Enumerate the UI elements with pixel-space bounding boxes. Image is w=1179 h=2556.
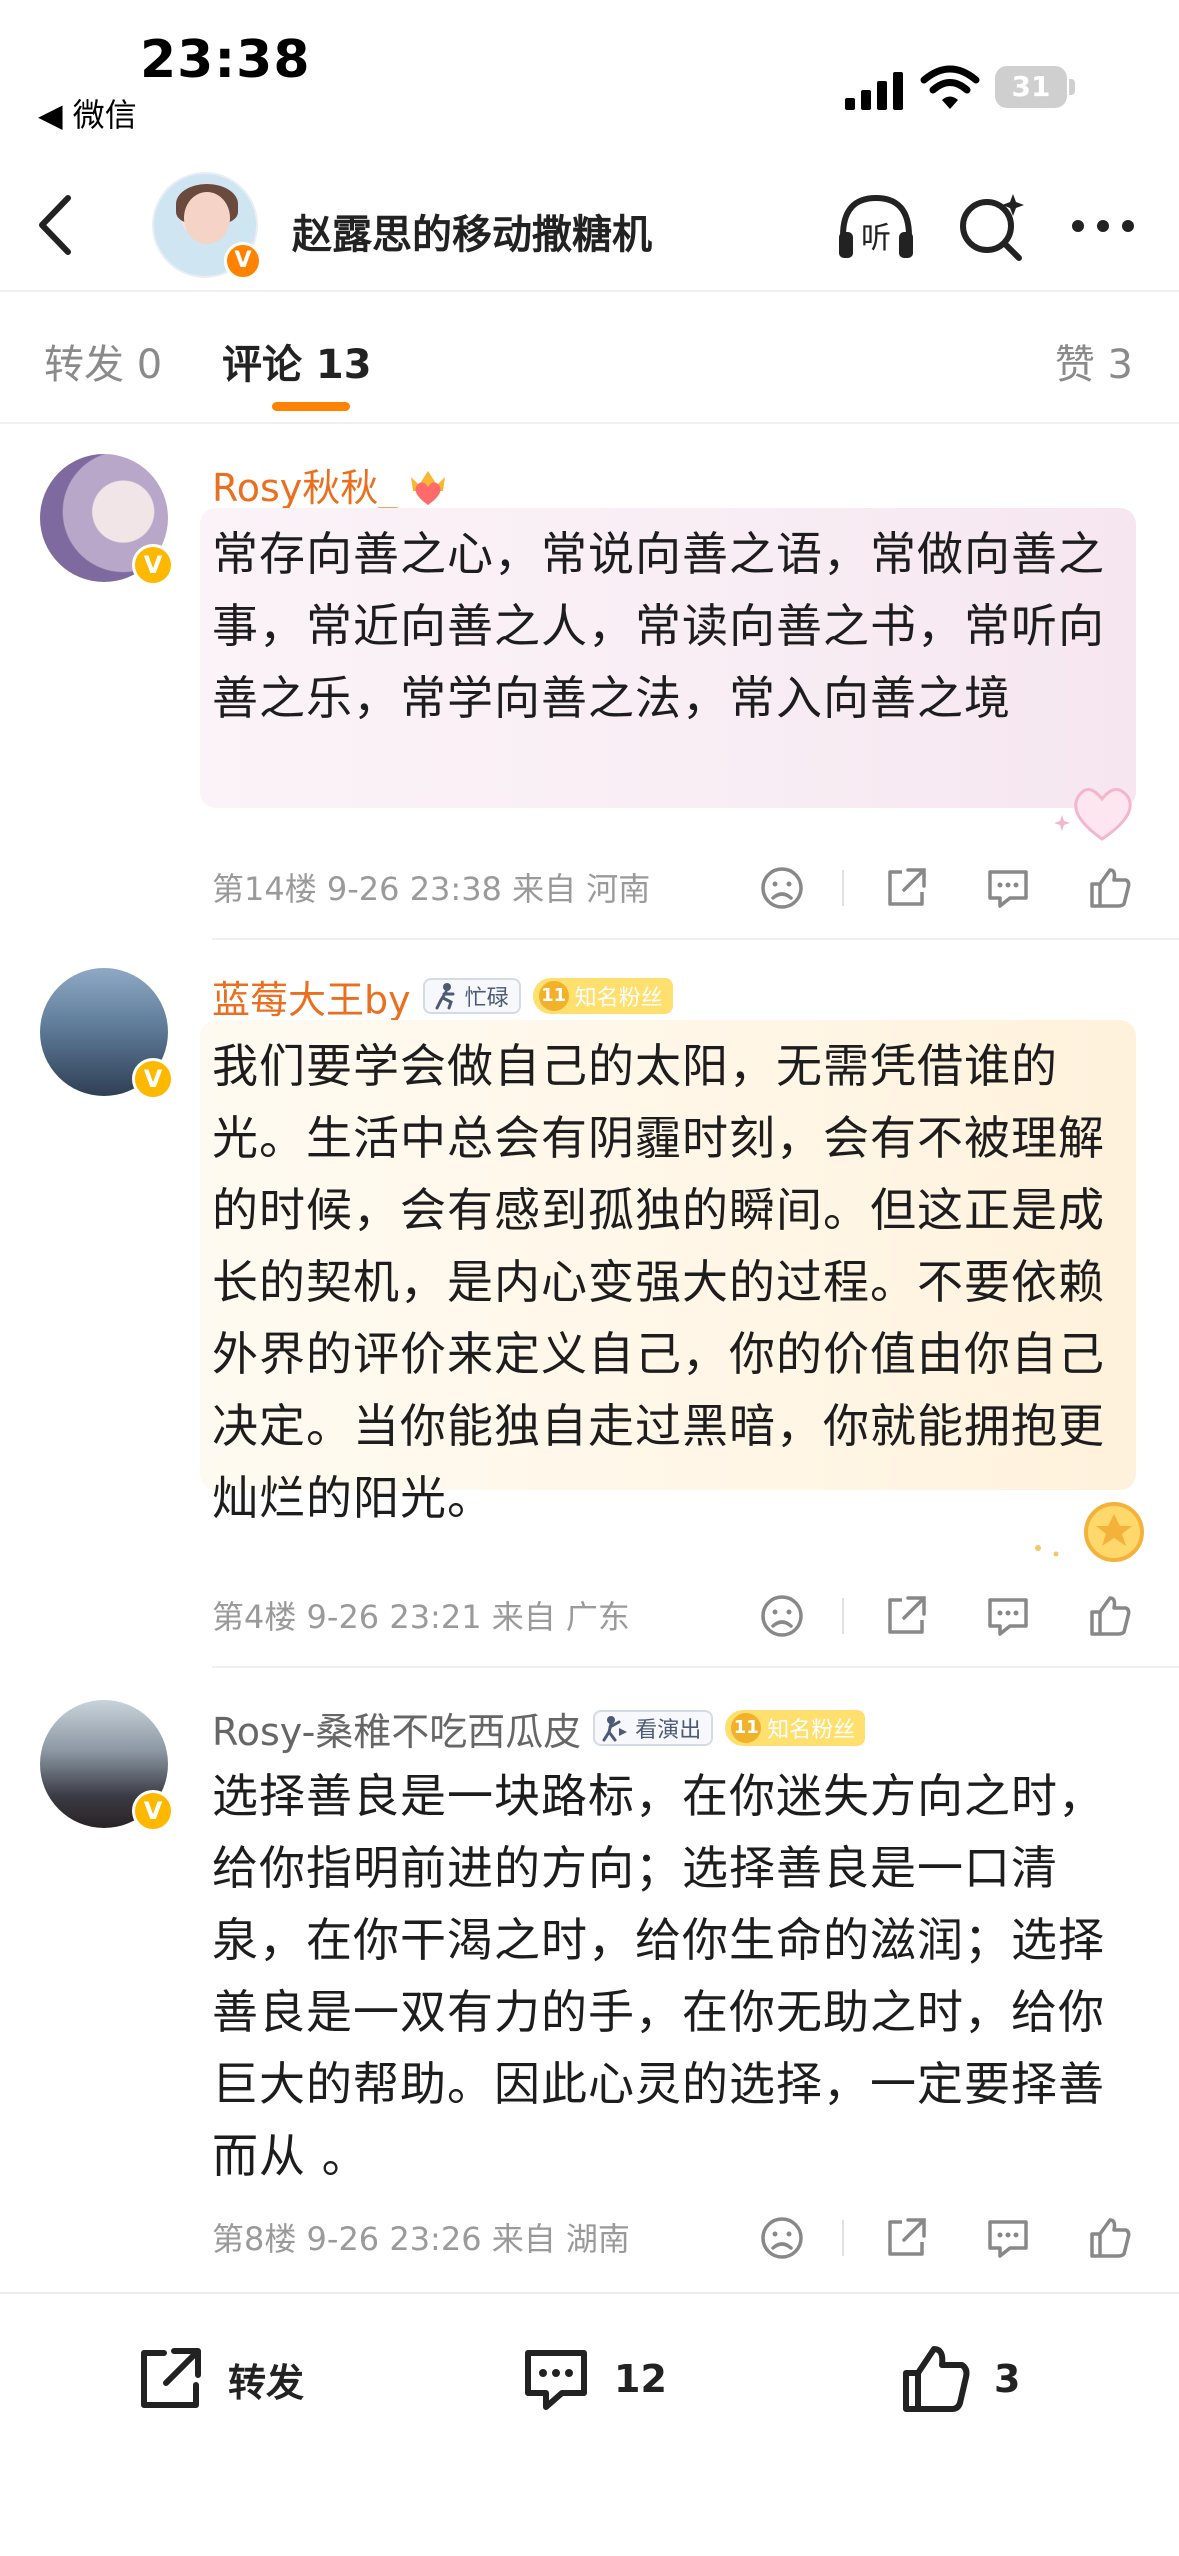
more-options-icon[interactable] [1068,208,1138,244]
battery-percent: 31 [1011,70,1051,103]
share-icon[interactable] [882,1592,930,1640]
fan-level-label: 知名粉丝 [767,1718,856,1743]
comment-meta: 第14楼 9-26 23:38 来自 河南 [212,870,651,908]
like-icon[interactable] [1086,1592,1134,1640]
commenter-name[interactable]: 蓝莓大王by [212,969,411,1024]
repost-button[interactable]: 转发 [130,2334,304,2424]
back-arrow-icon[interactable] [30,190,80,260]
commenter-name[interactable]: Rosy秋秋_ [212,457,397,512]
dislike-face-icon[interactable] [758,2214,806,2262]
action-divider [842,870,844,906]
fan-level-label: 知名粉丝 [574,986,663,1011]
wifi-icon [920,65,980,109]
comment-meta: 第8楼 9-26 23:26 来自 湖南 [212,2220,630,2258]
verified-badge-icon: V [132,544,174,586]
commenter-name-row: Rosy秋秋_ [212,458,451,510]
performance-icon [602,1716,628,1742]
author-avatar[interactable]: V [152,172,262,280]
back-to-app-link[interactable]: ◀ 微信 [38,90,137,136]
fan-level-badge: 11 知名粉丝 [532,978,673,1014]
verified-badge-icon: V [224,242,262,280]
tab-repost[interactable]: 转发 0 [44,332,162,390]
comment-text: 选择善良是一块路标，在你迷失方向之时，给你指明前进的方向；选择善良是一口清泉，在… [212,1769,1105,2183]
comment-actions [752,1586,1152,1646]
comment-item: V Rosy秋秋_ 常存向善之心，常说向善之语，常做向善之事，常近向善之人，常读… [0,424,1179,940]
comment-item: V Rosy-桑稚不吃西瓜皮 看演出 11 知名粉丝 选择善良是一块路标，在你迷… [0,1666,1179,2286]
comment-icon [525,2350,587,2410]
status-bar: 23:38 ◀ 微信 31 [0,0,1179,150]
status-time: 23:38 [140,30,311,90]
listen-label: 听 [861,221,891,256]
comment-actions [752,2208,1152,2268]
bottom-action-bar: 转发 12 3 [0,2292,1179,2556]
nav-bar: V 赵露思的移动撒糖机 听 [0,150,1179,292]
page-title[interactable]: 赵露思的移动撒糖机 [292,202,652,260]
tab-comment[interactable]: 评论 13 [222,332,372,390]
fan-level-number: 11 [731,1713,762,1743]
reply-icon[interactable] [984,864,1032,912]
repost-icon [141,2348,201,2408]
comment-button[interactable]: 12 [516,2334,667,2424]
dislike-face-icon[interactable] [758,864,806,912]
like-button[interactable]: 3 [896,2334,1020,2424]
dislike-face-icon[interactable] [758,1592,806,1640]
comment-count: 12 [614,2357,667,2401]
commenter-avatar[interactable]: V [40,1700,174,1832]
tab-like[interactable]: 赞 3 [1055,332,1133,390]
action-divider [842,1598,844,1634]
fan-level-number: 11 [538,981,569,1011]
status-tag-label: 看演出 [635,1718,702,1743]
heart-decoration-icon [1054,788,1132,841]
status-tag-label: 忙碌 [464,986,509,1011]
running-person-icon [435,983,455,1010]
reply-icon[interactable] [984,2214,1032,2262]
comment-meta: 第4楼 9-26 23:21 来自 广东 [212,1598,630,1636]
comment-actions [752,858,1152,918]
reply-icon[interactable] [984,1592,1032,1640]
crown-heart-badge-icon [411,471,446,505]
like-count: 3 [994,2357,1021,2401]
like-icon[interactable] [1086,864,1134,912]
share-icon[interactable] [882,864,930,912]
comment-text: 我们要学会做自己的太阳，无需凭借谁的光。生活中总会有阴霾时刻，会有不被理解的时候… [212,1039,1105,1525]
tab-bar: 转发 0 评论 13 赞 3 [0,292,1179,424]
commenter-avatar[interactable]: V [40,968,174,1100]
cellular-signal-icon [845,72,903,110]
search-icon[interactable] [955,190,1027,262]
commenter-name-row: 蓝莓大王by 忙碌 11 知名粉丝 [212,970,673,1022]
status-tag: 看演出 [593,1710,714,1746]
comment-bubble: 常存向善之心，常说向善之语，常做向善之事，常近向善之人，常读向善之书，常听向善之… [200,508,1136,808]
action-divider [842,2220,844,2256]
battery-indicator: 31 [995,66,1077,108]
comment-text: 常存向善之心，常说向善之语，常做向善之事，常近向善之人，常读向善之书，常听向善之… [212,527,1105,725]
share-icon[interactable] [882,2214,930,2262]
repost-label: 转发 [228,2360,305,2405]
fan-level-badge: 11 知名粉丝 [725,1710,866,1746]
thumbs-up-icon [903,2346,970,2412]
listen-headphones-icon[interactable]: 听 [835,192,917,262]
commenter-name[interactable]: Rosy-桑稚不吃西瓜皮 [212,1701,581,1756]
verified-badge-icon: V [132,1790,174,1832]
gold-medal-decoration-icon [1035,1502,1144,1562]
commenter-avatar[interactable]: V [40,454,174,586]
active-tab-indicator [272,402,350,411]
comment-bubble: 我们要学会做自己的太阳，无需凭借谁的光。生活中总会有阴霾时刻，会有不被理解的时候… [200,1020,1136,1525]
status-tag: 忙碌 [422,978,521,1014]
like-icon[interactable] [1086,2214,1134,2262]
verified-badge-icon: V [132,1058,174,1100]
commenter-name-row: Rosy-桑稚不吃西瓜皮 看演出 11 知名粉丝 [212,1701,866,1756]
comment-item: V 蓝莓大王by 忙碌 11 知名粉丝 我们要学会做自己的太阳，无需凭借谁的光。… [0,940,1179,1668]
comment-bubble: 选择善良是一块路标，在你迷失方向之时，给你指明前进的方向；选择善良是一口清泉，在… [200,1750,1136,2230]
